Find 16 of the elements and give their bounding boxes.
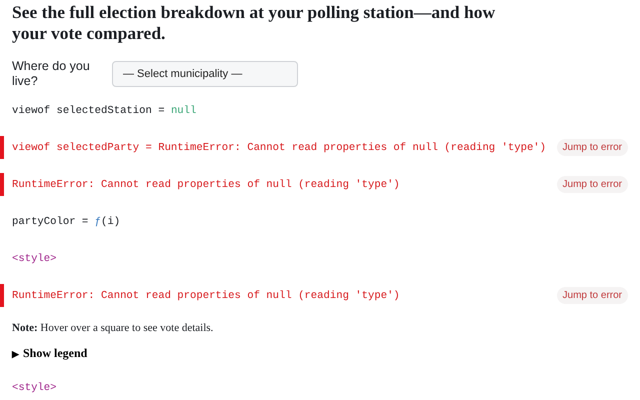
error-message: RuntimeError: Cannot read properties of null (reading 'type')	[12, 178, 401, 190]
code-line: viewof selectedStation = null	[12, 104, 196, 116]
heading: See the full election breakdown at your polling station—and how your vote compared.	[12, 2, 496, 44]
municipality-dropdown[interactable]: — Select municipality —	[112, 61, 298, 87]
show-legend-toggle[interactable]: Show legend	[23, 346, 88, 361]
disclosure-triangle[interactable]: ▶	[12, 348, 19, 358]
code-line: <style>	[12, 382, 57, 394]
jump-to-error-button[interactable]: Jump to error	[556, 139, 628, 156]
jump-to-error-button[interactable]: Jump to error	[556, 287, 628, 304]
jump-to-error-button[interactable]: Jump to error	[556, 176, 628, 193]
field-label: Where do you live?	[12, 59, 91, 89]
error-message: RuntimeError: Cannot read properties of null (reading 'type')	[12, 290, 401, 302]
note-text: Note: Hover over a square to see vote details.	[12, 322, 214, 334]
code-line: <style>	[12, 252, 57, 264]
error-message: viewof selectedParty = RuntimeError: Cannot read properties of null (reading 'type')	[12, 142, 548, 154]
code-line: partyColor = ƒ(i)	[12, 216, 120, 228]
